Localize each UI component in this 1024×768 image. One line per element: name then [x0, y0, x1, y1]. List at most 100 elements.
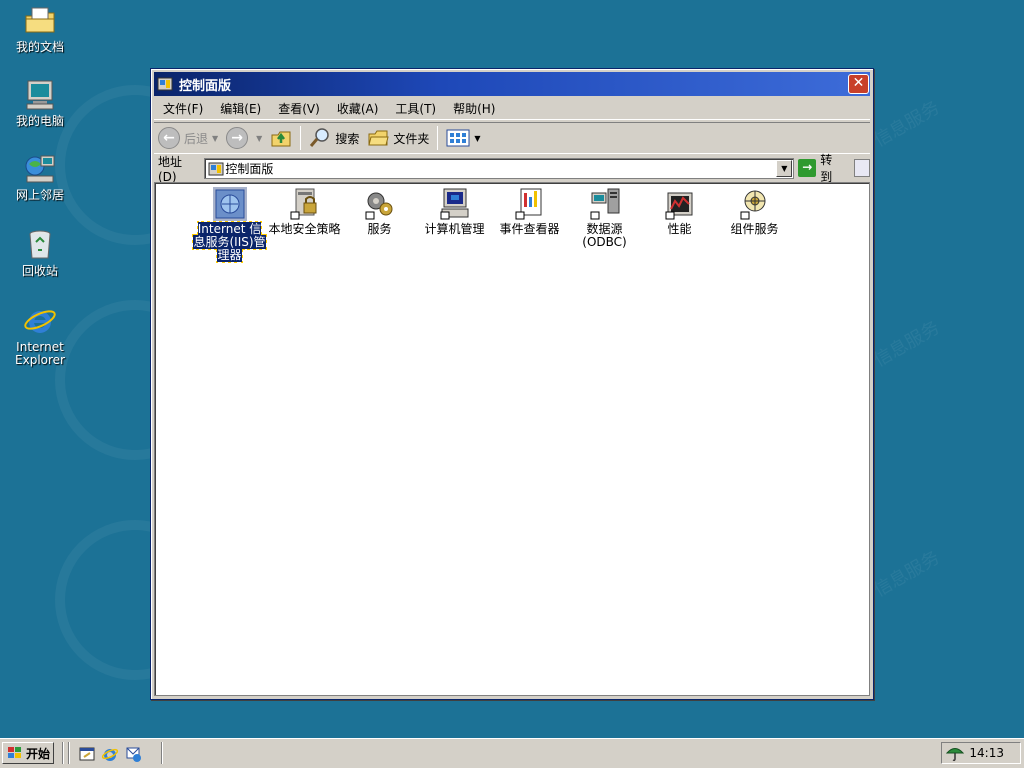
menu-edit[interactable]: 编辑(E) [211, 100, 269, 117]
desktop-icon-internet-explorer[interactable]: Internet Explorer [4, 304, 76, 367]
item-event-viewer[interactable]: 事件查看器 [492, 187, 567, 236]
close-button[interactable]: ✕ [848, 74, 869, 94]
views-icon [446, 129, 470, 147]
go-button[interactable]: → 转到 [798, 151, 844, 185]
my-documents-folder-icon [25, 7, 55, 33]
search-icon [310, 128, 330, 147]
performance-icon [665, 192, 692, 220]
desktop-icon-recycle-bin[interactable]: 回收站 [4, 228, 76, 278]
menu-view[interactable]: 查看(V) [269, 100, 328, 117]
taskbar: 开始 14:13 [0, 738, 1024, 768]
my-computer-icon [26, 80, 54, 110]
window-title: 控制面版 [179, 78, 232, 94]
control-panel-icon [157, 77, 173, 91]
taskbar-separator [68, 742, 70, 764]
desktop-icon-label: 回收站 [21, 264, 58, 278]
watermark-text: 信息服务 [870, 317, 944, 372]
chevron-down-icon: ▼ [256, 133, 263, 143]
address-value: 控制面版 [225, 161, 274, 176]
chevron-down-icon: ▼ [212, 133, 219, 143]
item-label: 事件查看器 [499, 222, 560, 236]
toolbar: ← 后退 ▼ → ▼ 搜索 文件夹 ▼ [154, 122, 870, 154]
forward-button[interactable]: → ▼ [222, 125, 266, 151]
desktop-icon-my-documents[interactable]: 我的文档 [4, 4, 76, 54]
item-performance[interactable]: 性能 [642, 187, 717, 236]
desktop-icon-label: 网上邻居 [15, 188, 64, 202]
item-computer-management[interactable]: 计算机管理 [417, 187, 492, 236]
desktop-icon-my-computer[interactable]: 我的电脑 [4, 78, 76, 128]
item-label: 性能 [667, 222, 692, 236]
odbc-data-source-icon [590, 188, 619, 220]
item-odbc-data-source[interactable]: 数据源(ODBC) [567, 187, 642, 249]
item-label: Internet 信息服务(IIS)管理器 [192, 221, 267, 263]
back-label: 后退 [184, 131, 209, 146]
folder-icon [368, 130, 389, 146]
item-label: 计算机管理 [424, 222, 485, 236]
go-arrow-icon: → [798, 159, 817, 177]
title-bar[interactable]: 控制面版 ✕ [154, 72, 870, 96]
local-security-policy-icon [290, 188, 316, 220]
up-folder-icon [271, 131, 291, 147]
item-label: 服务 [367, 222, 392, 236]
component-services-icon [740, 190, 765, 220]
views-button[interactable]: ▼ [442, 125, 484, 151]
folders-button[interactable]: 文件夹 [363, 125, 433, 151]
item-local-security-policy[interactable]: 本地安全策略 [267, 187, 342, 236]
file-list: Internet 信息服务(IIS)管理器 本地安全策略 服务 计算机管理 事件… [154, 182, 870, 696]
clock[interactable]: 14:13 [969, 746, 1004, 760]
control-panel-window: 控制面版 ✕ 文件(F) 编辑(E) 查看(V) 收藏(A) 工具(T) 帮助(… [150, 68, 874, 700]
menu-file[interactable]: 文件(F) [154, 100, 211, 117]
taskbar-separator [62, 742, 64, 764]
menu-tools[interactable]: 工具(T) [386, 100, 444, 117]
internet-explorer-icon [24, 310, 56, 333]
chevron-down-icon[interactable]: ▼ [776, 159, 793, 177]
desktop-icon-label: 我的文档 [15, 40, 64, 54]
chevron-down-icon: ▼ [474, 133, 481, 143]
network-neighborhood-icon [25, 155, 55, 183]
item-component-services[interactable]: 组件服务 [717, 187, 792, 236]
start-button[interactable]: 开始 [2, 742, 54, 764]
search-button[interactable]: 搜索 [305, 125, 363, 151]
watermark-text: 信息服务 [870, 547, 944, 602]
toolbar-separator [437, 126, 439, 150]
links-toolbar-icon[interactable] [854, 159, 870, 177]
internet-explorer-icon[interactable] [101, 745, 119, 763]
iis-manager-icon [212, 187, 247, 221]
windows-logo-icon [8, 747, 21, 758]
control-panel-icon [208, 162, 224, 175]
computer-management-icon [440, 188, 468, 220]
back-arrow-icon: ← [158, 127, 180, 149]
desktop-icon-network[interactable]: 网上邻居 [4, 152, 76, 202]
desktop-icon-label: 我的电脑 [15, 114, 64, 128]
go-label: 转到 [820, 153, 833, 184]
toolbar-separator [300, 126, 302, 150]
taskbar-separator [161, 742, 163, 764]
item-services[interactable]: 服务 [342, 187, 417, 236]
item-label: 数据源(ODBC) [582, 222, 627, 249]
umbrella-icon[interactable] [946, 744, 964, 762]
item-label: 组件服务 [730, 222, 779, 236]
close-icon: ✕ [852, 75, 865, 91]
start-label: 开始 [26, 746, 51, 761]
item-iis-manager[interactable]: Internet 信息服务(IIS)管理器 [192, 187, 267, 263]
watermark-text: 信息服务 [870, 97, 944, 152]
address-label: 地址(D) [158, 154, 183, 184]
search-label: 搜索 [335, 131, 360, 146]
recycle-bin-icon [29, 230, 51, 259]
address-field[interactable]: 控制面版 ▼ [204, 157, 795, 179]
item-label: 本地安全策略 [268, 222, 341, 236]
services-icon [365, 192, 392, 220]
desktop-icon-label: Internet Explorer [15, 340, 65, 367]
event-viewer-icon [515, 188, 541, 220]
forward-arrow-icon: → [226, 127, 249, 149]
menu-bar: 文件(F) 编辑(E) 查看(V) 收藏(A) 工具(T) 帮助(H) [154, 98, 870, 120]
up-folder-button[interactable] [266, 125, 296, 151]
address-bar: 地址(D) 控制面版 ▼ → 转到 [154, 153, 870, 184]
menu-help[interactable]: 帮助(H) [444, 100, 503, 117]
folders-label: 文件夹 [393, 131, 430, 146]
system-tray: 14:13 [941, 742, 1021, 764]
show-desktop-icon[interactable] [78, 745, 96, 763]
menu-favorites[interactable]: 收藏(A) [328, 100, 387, 117]
outlook-express-icon[interactable] [124, 745, 142, 763]
back-button[interactable]: ← 后退 ▼ [154, 125, 222, 151]
